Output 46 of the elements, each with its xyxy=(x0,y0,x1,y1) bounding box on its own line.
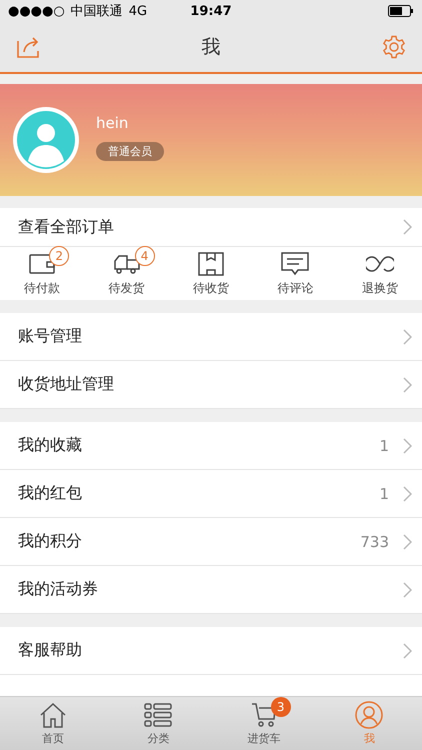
box-icon xyxy=(198,252,224,276)
menu-item[interactable]: 我的积分 733 xyxy=(0,518,422,566)
settings-icon[interactable] xyxy=(382,35,406,59)
list-icon xyxy=(144,703,172,727)
order-status-button[interactable]: 2 待付款 xyxy=(0,247,84,300)
cart-count-badge: 3 xyxy=(270,697,291,717)
signal-strength: ●●●●○ xyxy=(8,4,65,18)
menu-item[interactable]: 我的活动券 xyxy=(0,566,422,614)
chevron-icon xyxy=(403,582,412,598)
page-title: 我 xyxy=(202,35,220,60)
count-badge: 4 xyxy=(134,246,155,266)
chevron-icon xyxy=(403,438,412,454)
chevron-icon xyxy=(403,376,412,392)
chevron-icon xyxy=(403,534,412,550)
comment-icon xyxy=(281,252,310,276)
menu-item[interactable]: 我的收藏 1 xyxy=(0,422,422,470)
avatar-icon[interactable] xyxy=(12,106,80,174)
member-level: 普通会员 xyxy=(96,142,164,160)
exchange-icon xyxy=(366,256,394,272)
home-icon xyxy=(38,702,67,728)
wallet-icon xyxy=(29,252,56,274)
tab-bar-item[interactable]: 3 进货车 xyxy=(211,697,316,750)
tab-bar-item[interactable]: 分类 xyxy=(106,697,211,750)
order-status-button[interactable]: 待评论 xyxy=(253,247,338,300)
count-badge: 2 xyxy=(49,246,70,266)
battery-icon xyxy=(388,5,414,17)
tab-bar-item[interactable]: 首页 xyxy=(0,697,106,750)
network-type: 4G xyxy=(128,4,148,18)
status-time: 19:47 xyxy=(189,4,233,18)
carrier-name: 中国联通 xyxy=(70,3,123,20)
truck-icon xyxy=(112,252,141,274)
username: hein xyxy=(96,114,128,132)
all-orders-link[interactable]: 查看全部订单 xyxy=(0,208,422,247)
share-icon[interactable] xyxy=(16,35,40,59)
chevron-icon xyxy=(403,642,412,658)
menu-item[interactable]: 收货地址管理 xyxy=(0,361,422,409)
order-status-button[interactable]: 待收货 xyxy=(168,247,254,300)
chevron-icon xyxy=(403,486,412,502)
chevron-icon xyxy=(403,328,412,344)
order-status-button[interactable]: 退换货 xyxy=(338,247,422,300)
menu-item[interactable]: 我的红包 1 xyxy=(0,470,422,518)
user-icon xyxy=(355,701,384,729)
chevron-icon xyxy=(403,219,412,235)
order-status-button[interactable]: 4 待发货 xyxy=(84,247,169,300)
cart-icon xyxy=(250,702,277,728)
menu-item[interactable]: 账号管理 xyxy=(0,313,422,361)
